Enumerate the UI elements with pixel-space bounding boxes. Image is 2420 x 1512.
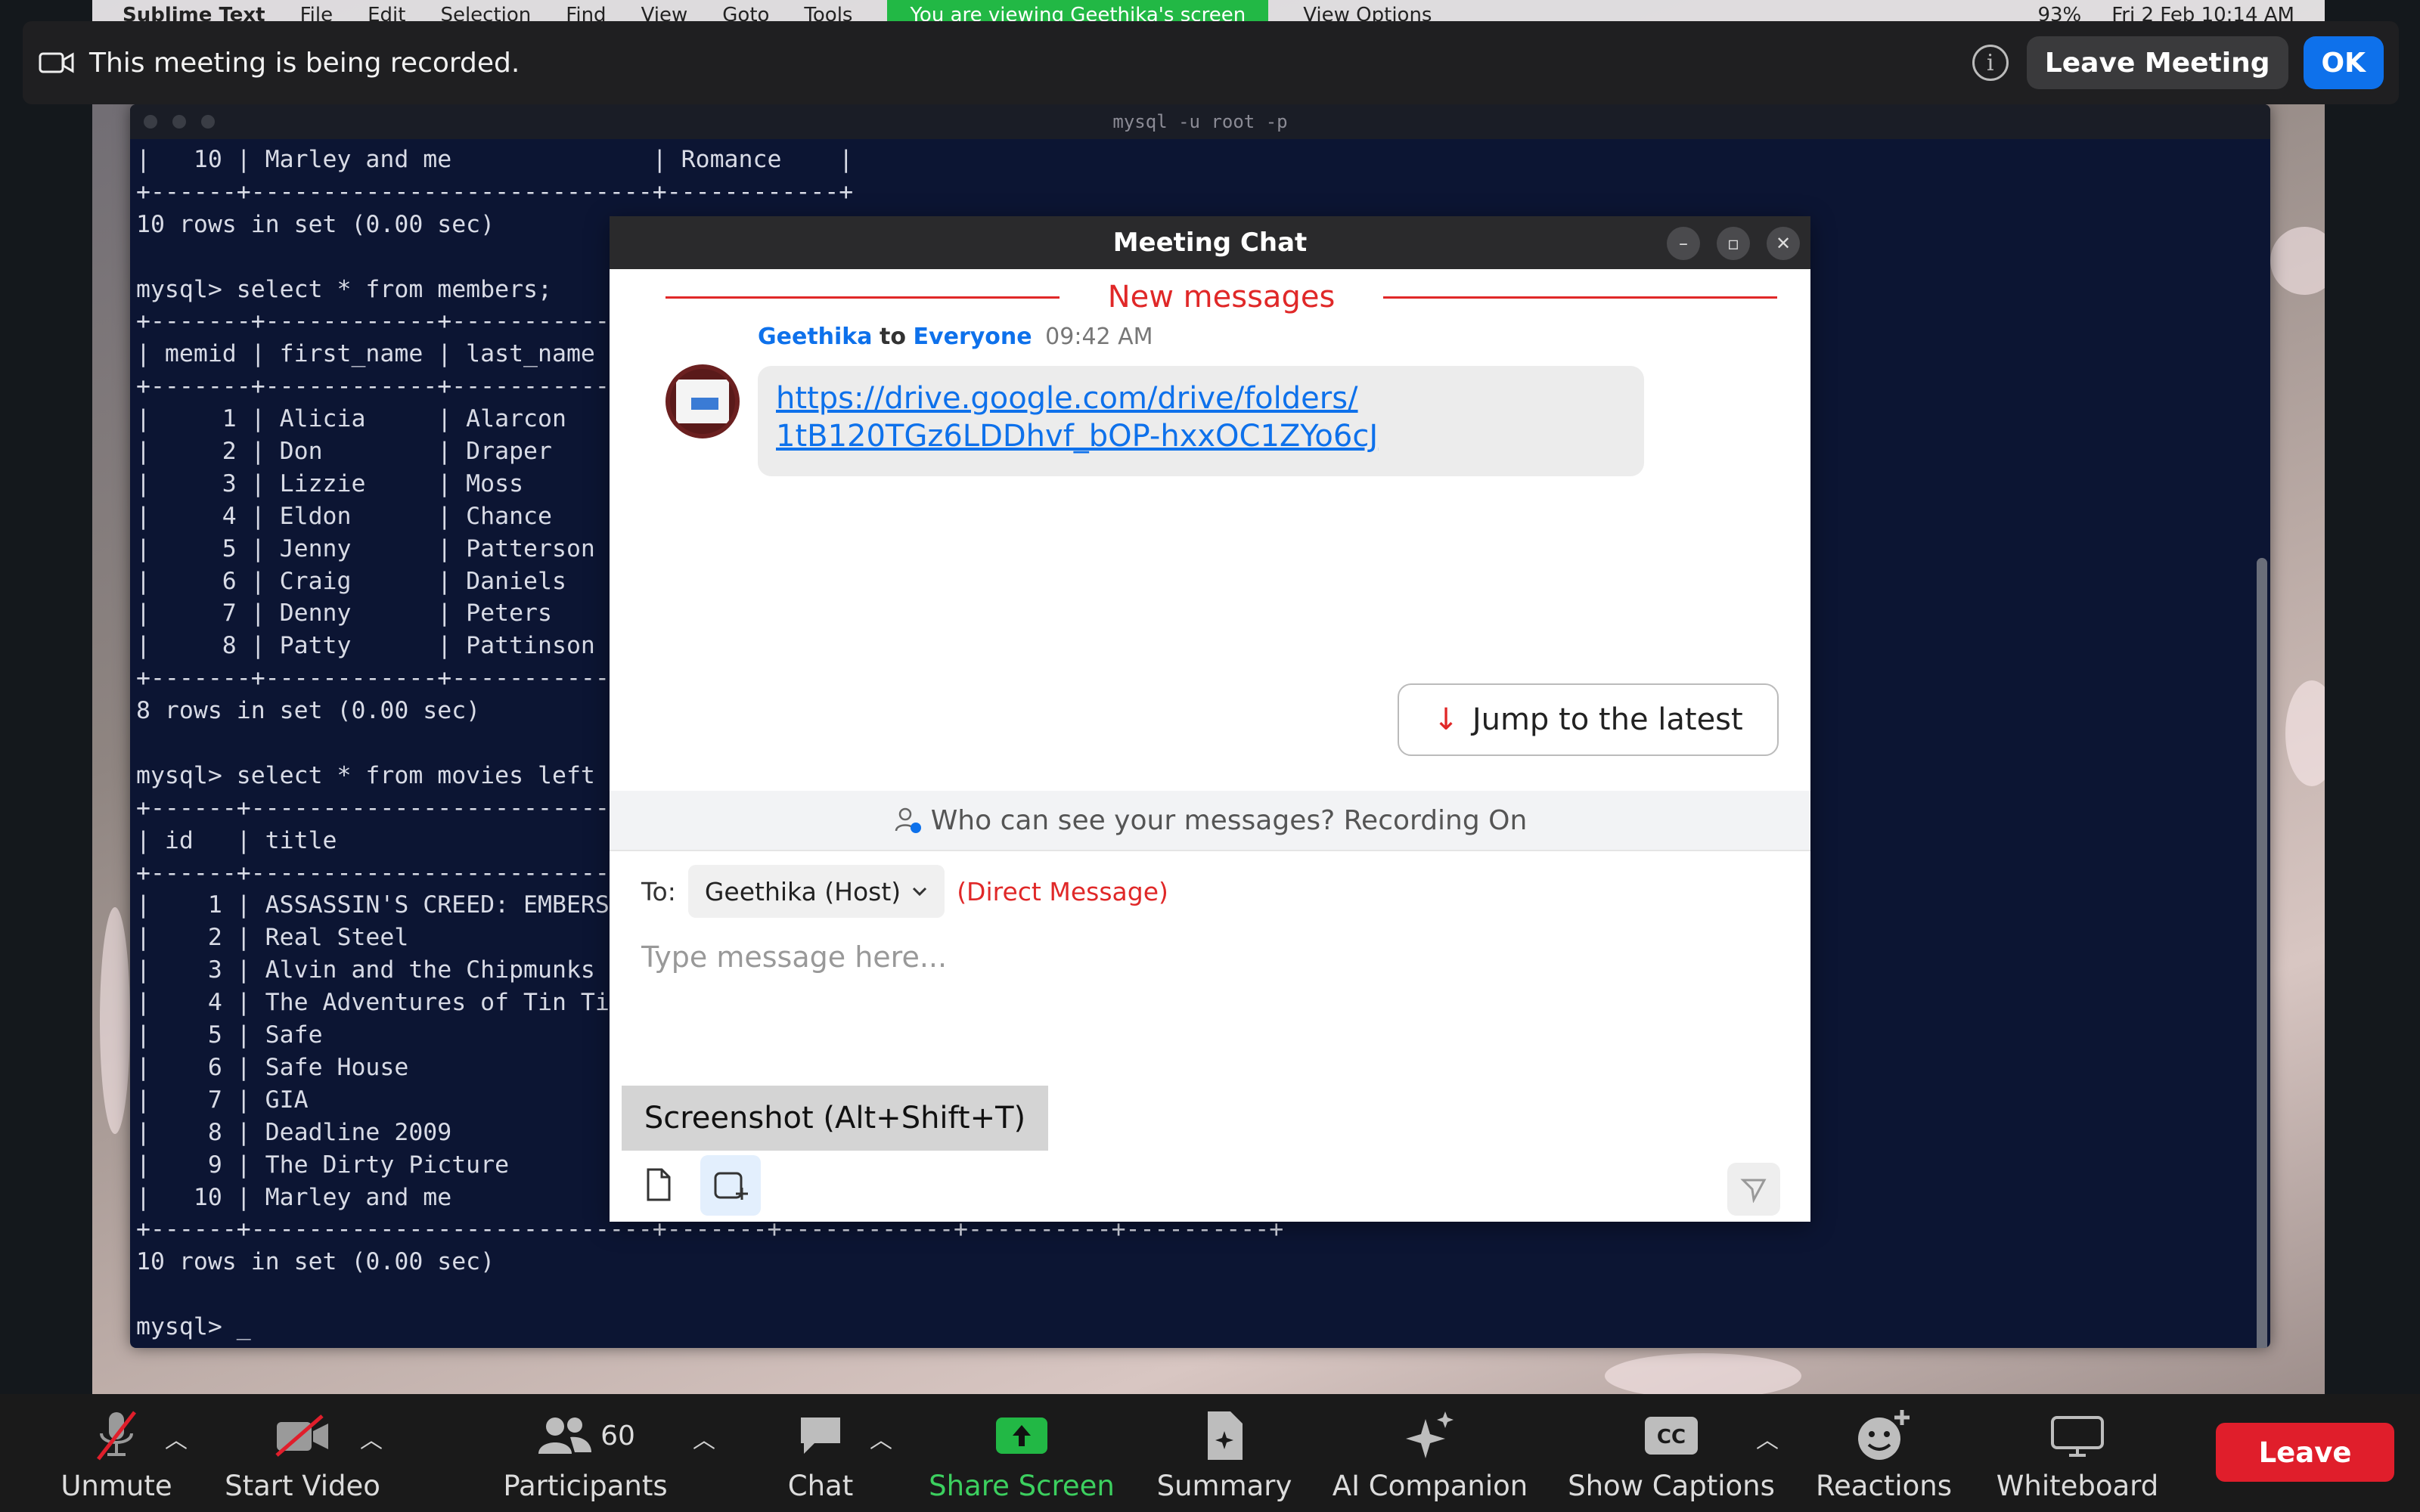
video-muted-icon — [275, 1414, 328, 1457]
whiteboard-icon — [2051, 1416, 2104, 1457]
message-to-word: to — [880, 324, 906, 350]
audio-options-caret[interactable]: ︿ — [165, 1421, 188, 1455]
minimize-icon[interactable]: – — [1667, 227, 1700, 260]
chat-icon — [801, 1418, 840, 1454]
to-label: To: — [641, 876, 676, 906]
message-recipient: Everyone — [913, 324, 1032, 350]
chat-tools — [635, 1155, 761, 1216]
whiteboard-button[interactable]: Whiteboard — [1989, 1405, 2166, 1503]
file-icon[interactable] — [635, 1161, 682, 1208]
microphone-muted-icon — [97, 1411, 136, 1461]
reactions-button[interactable]: Reactions — [1813, 1405, 1954, 1503]
message-sender[interactable]: Geethika — [758, 324, 873, 350]
captions-icon: CC — [1645, 1417, 1698, 1455]
chat-window-controls: – ▫ ✕ — [1667, 227, 1800, 260]
unmute-label: Unmute — [60, 1470, 172, 1502]
summary-button[interactable]: Summary — [1154, 1405, 1295, 1503]
recipient-selected-value: Geethika (Host) — [704, 876, 901, 906]
chat-label: Chat — [787, 1470, 854, 1502]
terminal-line: +------+----------------------------+---… — [136, 178, 854, 206]
share-screen-icon — [996, 1418, 1047, 1454]
terminal-line: mysql> _ — [136, 1313, 251, 1341]
recipient-row: To: Geethika (Host) (Direct Message) — [641, 865, 1168, 918]
message-bubble: https://drive.google.com/drive/folders/ … — [758, 366, 1644, 476]
share-screen-button[interactable]: Share Screen — [927, 1405, 1116, 1503]
background-blossom — [2285, 680, 2325, 786]
meeting-toolbar: Unmute ︿ Start Video ︿ 60 Participants ︿ — [0, 1394, 2420, 1512]
terminal-title: mysql -u root -p — [1112, 111, 1288, 132]
direct-message-tag: (Direct Message) — [957, 876, 1168, 906]
terminal-line: 10 rows in set (0.00 sec) — [136, 1248, 495, 1276]
video-options-caret[interactable]: ︿ — [360, 1421, 383, 1455]
chat-titlebar[interactable]: Meeting Chat – ▫ ✕ — [610, 216, 1810, 269]
participants-options-caret[interactable]: ︿ — [693, 1421, 715, 1455]
reactions-icon — [1858, 1410, 1910, 1460]
person-shield-icon — [895, 807, 921, 833]
summary-label: Summary — [1156, 1470, 1292, 1502]
visibility-text: Who can see your messages? Recording On — [930, 804, 1528, 836]
leave-meeting-button[interactable]: Leave Meeting — [2026, 36, 2288, 89]
new-messages-label: New messages — [1107, 280, 1336, 314]
background-blossom — [1605, 1353, 1801, 1394]
divider-rule — [666, 296, 1060, 299]
whiteboard-label: Whiteboard — [1996, 1470, 2159, 1502]
recording-text: This meeting is being recorded. — [89, 47, 520, 79]
unmute-button[interactable]: Unmute — [56, 1405, 177, 1503]
chat-title: Meeting Chat — [1112, 228, 1308, 258]
share-screen-label: Share Screen — [929, 1470, 1115, 1502]
start-video-label: Start Video — [225, 1470, 380, 1502]
close-icon[interactable]: ✕ — [1767, 227, 1800, 260]
new-messages-divider: New messages — [666, 278, 1778, 316]
svg-text:CC: CC — [1657, 1426, 1686, 1448]
participants-count: 60 — [600, 1420, 635, 1452]
recording-banner: This meeting is being recorded. i Leave … — [23, 21, 2399, 104]
participants-label: Participants — [503, 1470, 668, 1502]
reactions-label: Reactions — [1816, 1470, 1952, 1502]
captions-options-caret[interactable]: ︿ — [1756, 1421, 1779, 1455]
send-icon[interactable] — [1727, 1163, 1780, 1216]
arrow-down-icon: ↓ — [1433, 702, 1459, 737]
meeting-chat-panel: Meeting Chat – ▫ ✕ New messages Geethika… — [610, 216, 1810, 1222]
ai-companion-label: AI Companion — [1332, 1470, 1528, 1502]
ai-companion-button[interactable]: AI Companion — [1332, 1405, 1528, 1503]
chevron-down-icon — [913, 887, 927, 897]
participants-icon — [538, 1418, 592, 1454]
info-icon[interactable]: i — [1972, 45, 2009, 81]
divider-rule — [1383, 296, 1778, 299]
start-video-button[interactable]: Start Video — [225, 1405, 380, 1503]
message-link[interactable]: 1tB120TGz6LDDhvf_bOP-hxxOC1ZYo6cJ — [776, 417, 1626, 455]
terminal-titlebar: mysql -u root -p — [130, 104, 2270, 139]
terminal-scrollbar[interactable] — [2257, 558, 2267, 1348]
leave-button[interactable]: Leave — [2216, 1423, 2394, 1482]
show-captions-button[interactable]: CC Show Captions — [1568, 1405, 1775, 1503]
background-blossom — [2270, 227, 2325, 295]
message-time: 09:42 AM — [1045, 324, 1153, 350]
screenshot-tooltip: Screenshot (Alt+Shift+T) — [622, 1086, 1048, 1151]
message-header: Geethika to Everyone 09:42 AM — [758, 324, 1153, 350]
avatar[interactable] — [666, 364, 740, 438]
ok-button[interactable]: OK — [2303, 36, 2384, 89]
chat-options-caret[interactable]: ︿ — [870, 1421, 892, 1455]
message-link[interactable]: https://drive.google.com/drive/folders/ — [776, 380, 1626, 417]
message-visibility-bar[interactable]: Who can see your messages? Recording On — [610, 791, 1810, 851]
background-blossom — [100, 907, 130, 1134]
video-camera-icon — [39, 52, 74, 73]
chat-button[interactable]: Chat — [771, 1405, 870, 1503]
participants-button[interactable]: 60 Participants — [502, 1405, 669, 1503]
jump-to-latest-button[interactable]: ↓ Jump to the latest — [1398, 683, 1779, 756]
window-controls — [144, 115, 215, 129]
show-captions-label: Show Captions — [1568, 1470, 1775, 1502]
message-input[interactable] — [641, 934, 1776, 980]
screenshot-icon[interactable] — [700, 1155, 761, 1216]
maximize-icon[interactable]: ▫ — [1717, 227, 1750, 260]
sparkle-icon — [1406, 1411, 1454, 1458]
jump-to-latest-label: Jump to the latest — [1472, 702, 1743, 737]
recipient-select[interactable]: Geethika (Host) — [687, 865, 945, 918]
summary-icon — [1208, 1411, 1243, 1460]
terminal-line: | 10 | Marley and me | Romance | — [136, 146, 854, 173]
